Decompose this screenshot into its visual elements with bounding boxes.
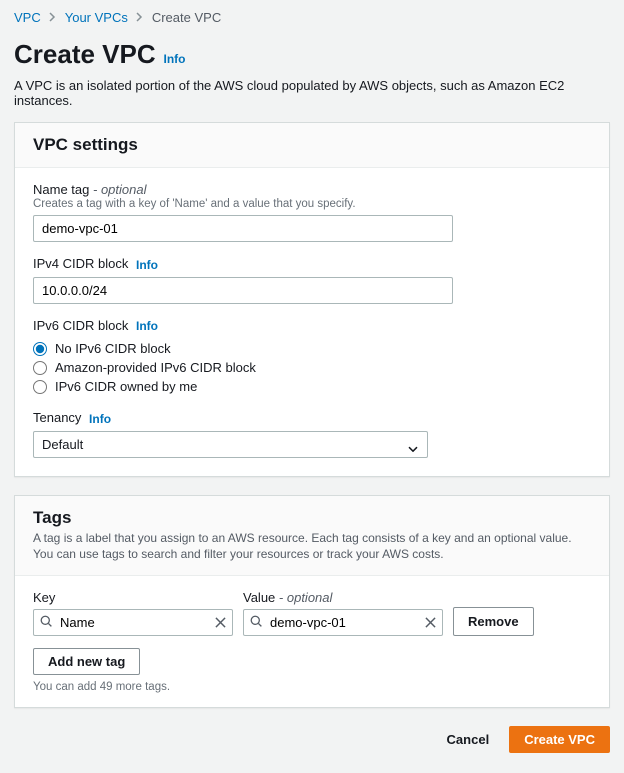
ipv6-option-none[interactable]: No IPv6 CIDR block (33, 339, 591, 358)
clear-icon[interactable] (215, 615, 226, 631)
footer-actions: Cancel Create VPC (14, 726, 610, 753)
name-tag-field: Name tag - optional Creates a tag with a… (33, 182, 591, 242)
page-description: A VPC is an isolated portion of the AWS … (14, 78, 610, 108)
optional-suffix: - optional (93, 182, 146, 197)
ipv4-field: IPv4 CIDR block Info (33, 256, 591, 304)
tags-panel: Tags A tag is a label that you assign to… (14, 495, 610, 709)
radio-input[interactable] (33, 342, 47, 356)
add-tag-button[interactable]: Add new tag (33, 648, 140, 675)
remove-tag-button[interactable]: Remove (453, 607, 534, 636)
optional-suffix: - optional (279, 590, 332, 605)
breadcrumb-current: Create VPC (152, 10, 221, 25)
cancel-button[interactable]: Cancel (437, 726, 500, 753)
name-tag-hint: Creates a tag with a key of 'Name' and a… (33, 198, 591, 210)
create-vpc-button[interactable]: Create VPC (509, 726, 610, 753)
ipv6-label: IPv6 CIDR block (33, 318, 128, 333)
radio-label: No IPv6 CIDR block (55, 341, 171, 356)
radio-label: Amazon-provided IPv6 CIDR block (55, 360, 256, 375)
ipv4-label: IPv4 CIDR block (33, 256, 128, 271)
breadcrumb: VPC Your VPCs Create VPC (14, 10, 610, 25)
page-title: Create VPC (14, 39, 156, 70)
tags-description: A tag is a label that you assign to an A… (33, 530, 591, 564)
tag-key-input[interactable] (33, 609, 233, 636)
ipv6-option-amazon[interactable]: Amazon-provided IPv6 CIDR block (33, 358, 591, 377)
panel-header: Tags A tag is a label that you assign to… (15, 496, 609, 577)
panel-title: Tags (33, 508, 591, 528)
info-link[interactable]: Info (136, 319, 158, 333)
panel-title: VPC settings (33, 135, 591, 155)
breadcrumb-your-vpcs[interactable]: Your VPCs (65, 10, 128, 25)
info-link[interactable]: Info (89, 412, 111, 426)
ipv4-input[interactable] (33, 277, 453, 304)
search-icon (250, 615, 263, 631)
tenancy-label: Tenancy (33, 410, 81, 425)
radio-input[interactable] (33, 361, 47, 375)
tag-key-label: Key (33, 590, 233, 605)
name-tag-input[interactable] (33, 215, 453, 242)
search-icon (40, 615, 53, 631)
panel-header: VPC settings (15, 123, 609, 168)
radio-input[interactable] (33, 380, 47, 394)
clear-icon[interactable] (425, 615, 436, 631)
breadcrumb-vpc[interactable]: VPC (14, 10, 41, 25)
tag-limit-text: You can add 49 more tags. (33, 681, 591, 693)
name-tag-label: Name tag (33, 182, 89, 197)
chevron-right-icon (49, 10, 57, 25)
tag-value-label: Value (243, 590, 275, 605)
chevron-right-icon (136, 10, 144, 25)
info-link[interactable]: Info (164, 52, 186, 66)
ipv6-option-owned[interactable]: IPv6 CIDR owned by me (33, 377, 591, 396)
tenancy-field: Tenancy Info Default (33, 410, 591, 458)
vpc-settings-panel: VPC settings Name tag - optional Creates… (14, 122, 610, 477)
info-link[interactable]: Info (136, 258, 158, 272)
tenancy-select[interactable]: Default (33, 431, 428, 458)
radio-label: IPv6 CIDR owned by me (55, 379, 197, 394)
ipv6-field: IPv6 CIDR block Info No IPv6 CIDR block … (33, 318, 591, 397)
tag-row: Key Value - optional (33, 590, 591, 636)
tag-value-input[interactable] (243, 609, 443, 636)
